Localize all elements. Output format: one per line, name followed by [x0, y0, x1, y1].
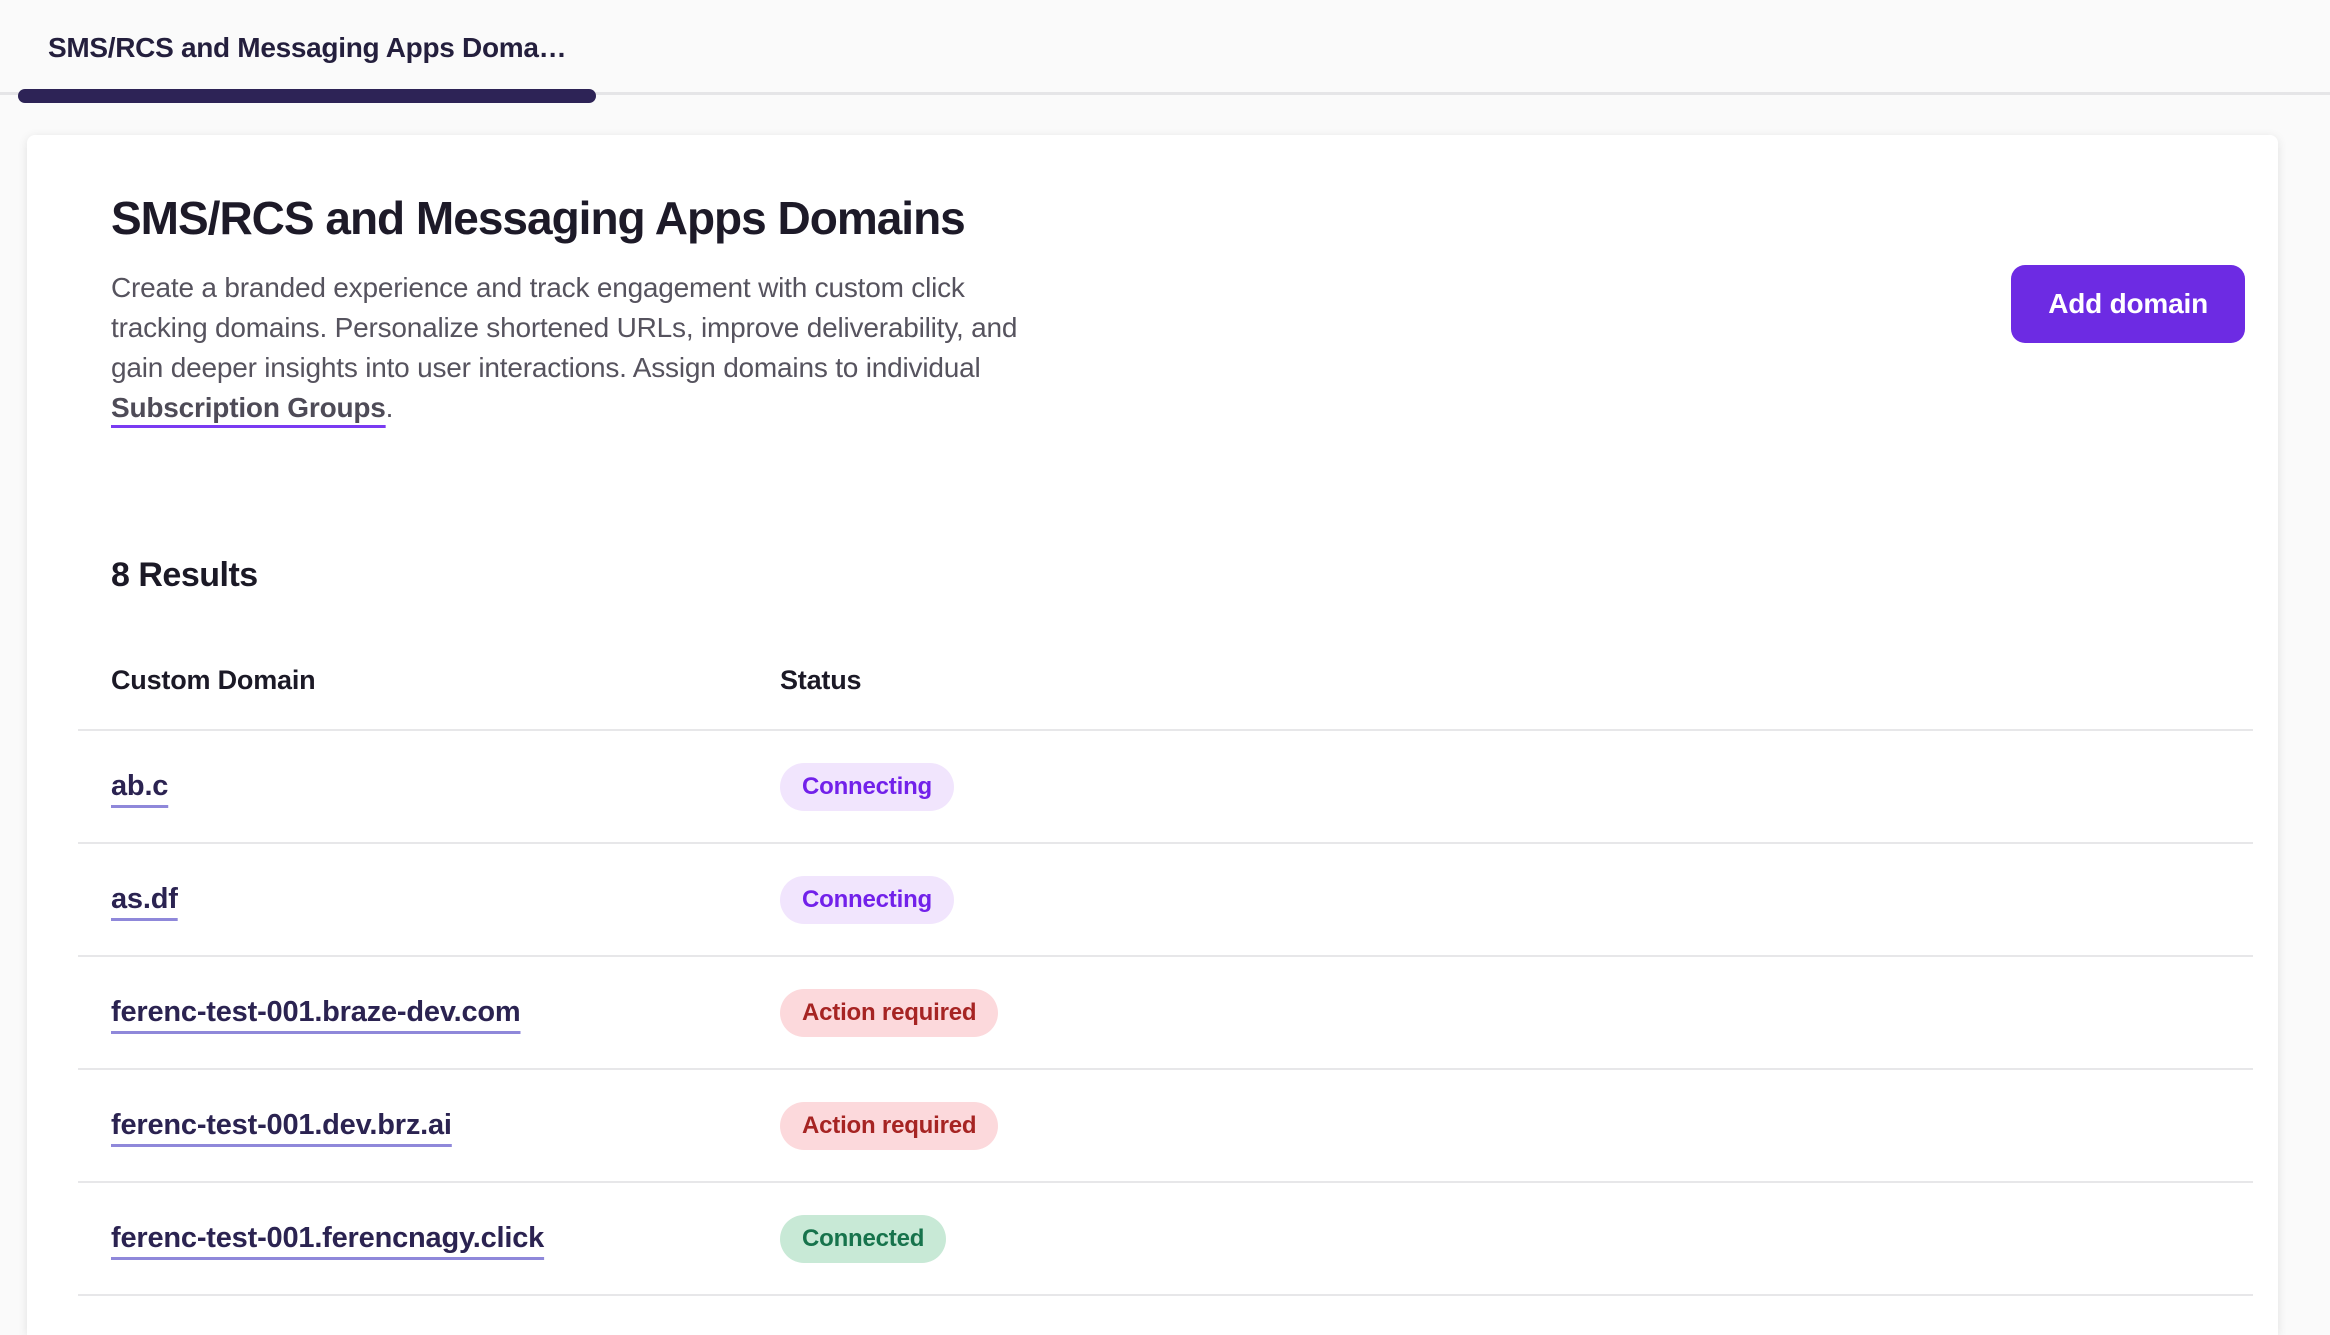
description-line: tracking domains. Personalize shortened … — [111, 308, 2194, 348]
domain-link[interactable]: ab.c — [111, 770, 168, 802]
domains-panel: SMS/RCS and Messaging Apps Domains Creat… — [27, 135, 2278, 1335]
panel-header: SMS/RCS and Messaging Apps Domains Creat… — [27, 135, 2278, 428]
description-line: Create a branded experience and track en… — [111, 268, 2194, 308]
status-badge: Action required — [780, 1102, 998, 1150]
status-badge: Connected — [780, 1215, 946, 1263]
table-row: ferenc-test-001.braze-dev.com Action req… — [78, 957, 2253, 1070]
tab-sms-rcs-messaging-apps-domains[interactable]: SMS/RCS and Messaging Apps Doma… — [18, 0, 596, 95]
status-cell: Connecting — [780, 876, 2253, 924]
active-tab-indicator — [18, 89, 596, 103]
domain-cell: ab.c — [78, 770, 780, 803]
results-count: 8 Results — [27, 555, 2278, 595]
description-line: Subscription Groups. — [111, 388, 2194, 428]
status-badge: Action required — [780, 989, 998, 1037]
domain-cell: ferenc-test-001.ferencnagy.click — [78, 1222, 780, 1255]
tab-bar: SMS/RCS and Messaging Apps Doma… — [0, 0, 2330, 95]
description-period: . — [386, 392, 394, 423]
domain-link[interactable]: ferenc-test-001.ferencnagy.click — [111, 1222, 544, 1254]
table-body: ab.c Connecting as.df Connecting ferenc-… — [78, 731, 2253, 1296]
table-header-row: Custom Domain Status — [78, 595, 2253, 731]
domain-cell: ferenc-test-001.dev.brz.ai — [78, 1109, 780, 1142]
column-header-custom-domain: Custom Domain — [78, 665, 780, 696]
status-cell: Connecting — [780, 763, 2253, 811]
tab-label: SMS/RCS and Messaging Apps Doma… — [48, 32, 566, 64]
table-row: ferenc-test-001.ferencnagy.click Connect… — [78, 1183, 2253, 1296]
add-domain-button[interactable]: Add domain — [2011, 265, 2245, 343]
table-row: ferenc-test-001.dev.brz.ai Action requir… — [78, 1070, 2253, 1183]
status-cell: Action required — [780, 1102, 2253, 1150]
description-line: gain deeper insights into user interacti… — [111, 348, 2194, 388]
domain-cell: ferenc-test-001.braze-dev.com — [78, 996, 780, 1029]
status-badge: Connecting — [780, 876, 954, 924]
table-row: as.df Connecting — [78, 844, 2253, 957]
domain-link[interactable]: ferenc-test-001.braze-dev.com — [111, 996, 521, 1028]
domain-link[interactable]: ferenc-test-001.dev.brz.ai — [111, 1109, 452, 1141]
table-row: ab.c Connecting — [78, 731, 2253, 844]
page-title: SMS/RCS and Messaging Apps Domains — [111, 190, 2194, 246]
status-cell: Action required — [780, 989, 2253, 1037]
domain-cell: as.df — [78, 883, 780, 916]
status-badge: Connecting — [780, 763, 954, 811]
subscription-groups-link[interactable]: Subscription Groups — [111, 392, 386, 423]
column-header-status: Status — [780, 665, 2253, 696]
domains-table: Custom Domain Status ab.c Connecting as.… — [78, 595, 2253, 1296]
page-description: Create a branded experience and track en… — [111, 268, 2194, 428]
status-cell: Connected — [780, 1215, 2253, 1263]
domain-link[interactable]: as.df — [111, 883, 178, 915]
